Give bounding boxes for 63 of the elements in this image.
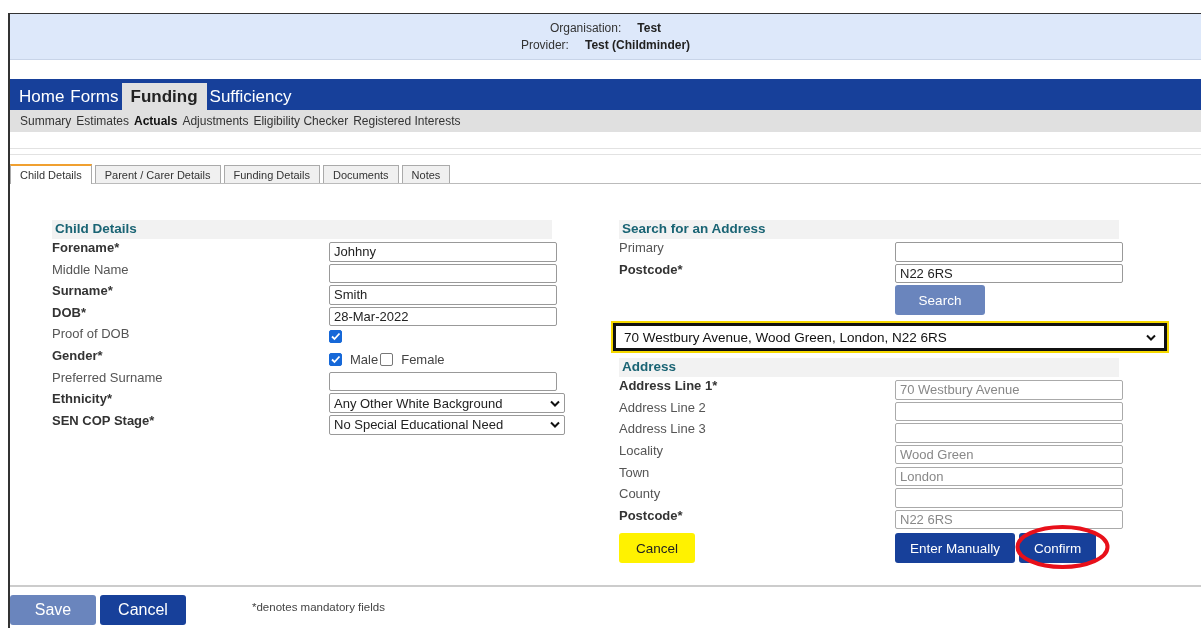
field-label: Primary — [619, 239, 665, 255]
checkbox[interactable] — [329, 330, 342, 344]
sub-nav-item[interactable]: Registered Interests — [353, 114, 461, 128]
field-label: Forename* — [52, 239, 121, 255]
tab[interactable]: Notes — [401, 165, 451, 183]
tab[interactable]: Parent / Carer Details — [94, 165, 221, 183]
tab[interactable]: Child Details — [10, 164, 92, 184]
field-label: Ethnicity* — [52, 390, 113, 407]
input-field[interactable]: 28-Mar-2022 — [329, 306, 557, 327]
field-label: DOB* — [52, 303, 87, 320]
field-label: County — [619, 485, 662, 502]
input-field[interactable] — [329, 263, 557, 284]
field-label: Gender* — [52, 346, 104, 363]
field-label: Postcode* — [619, 506, 684, 523]
header-label: Provider: — [520, 38, 569, 52]
address-select[interactable]: 70 Westbury Avenue, Wood Green, London, N22 6RS — [613, 323, 1167, 352]
input-field[interactable] — [895, 242, 1123, 262]
tab[interactable]: Documents — [322, 165, 399, 183]
field-label: Town — [619, 463, 651, 480]
section-heading: Child Details — [52, 220, 552, 239]
nav-item[interactable]: Sufficiency — [206, 83, 295, 110]
field-label: Address Line 3 — [619, 420, 707, 437]
nav-item[interactable]: Forms — [67, 83, 122, 110]
sub-nav-item[interactable]: Adjustments — [182, 114, 249, 128]
checkbox[interactable] — [380, 352, 394, 366]
action-button[interactable]: Enter Manually — [895, 533, 1016, 564]
select-field[interactable]: No Special Educational Need — [329, 414, 565, 435]
chevron-down-icon — [550, 399, 560, 407]
tab[interactable]: Funding Details — [223, 165, 320, 183]
sub-nav-item[interactable]: Estimates — [76, 114, 130, 128]
section-heading: Search for an Address — [619, 220, 1119, 239]
field-label: Address Line 2 — [619, 398, 707, 415]
mandatory-note: *denotes mandatory fields — [252, 601, 385, 613]
input-field[interactable]: N22 6RS — [895, 263, 1123, 284]
field-label: Middle Name — [52, 260, 130, 277]
field-label: Preferred Surname — [52, 368, 164, 385]
chevron-down-icon — [550, 421, 560, 429]
select-field[interactable]: Any Other White Background — [329, 393, 565, 414]
header-value: Test — [637, 21, 662, 35]
field-label: Locality — [619, 441, 665, 458]
action-button[interactable]: Confirm — [1019, 533, 1097, 564]
nav-item[interactable]: Home — [16, 83, 68, 110]
input-field[interactable]: Johhny — [329, 242, 557, 262]
checkbox[interactable] — [329, 352, 342, 366]
option-label: Male — [350, 351, 379, 367]
chevron-down-icon — [1146, 333, 1156, 341]
input-field[interactable]: Smith — [329, 285, 557, 305]
cancel-button[interactable]: Cancel — [100, 595, 186, 625]
input-field[interactable] — [329, 371, 557, 392]
nav-item[interactable]: Funding — [121, 83, 207, 110]
cancel-button[interactable]: Cancel — [619, 533, 695, 564]
sub-nav-item[interactable]: Eligibility Checker — [253, 114, 349, 128]
header-label: Organisation: — [549, 21, 622, 35]
field-label: Postcode* — [619, 260, 684, 277]
sub-nav-item[interactable]: Actuals — [134, 114, 178, 128]
sub-nav-item[interactable]: Summary — [20, 114, 72, 128]
section-heading: Address — [619, 358, 1119, 378]
field-label: SEN COP Stage* — [52, 411, 156, 428]
field-label: Address Line 1* — [619, 377, 719, 394]
option-label: Female — [401, 351, 445, 367]
field-label: Proof of DOB — [52, 325, 131, 342]
field-label: Surname* — [52, 282, 114, 299]
header-value: Test (Childminder) — [584, 38, 691, 52]
